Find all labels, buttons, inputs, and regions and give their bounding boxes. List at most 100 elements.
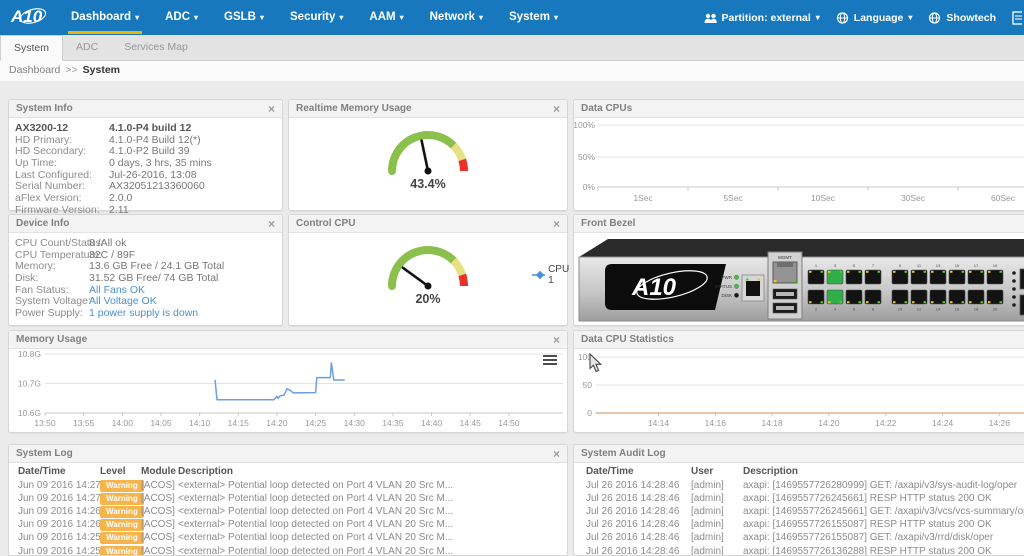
cpu1-legend[interactable]: CPU 1 [532, 264, 572, 286]
svg-text:19: 19 [993, 263, 998, 268]
svg-text:14:50: 14:50 [498, 418, 520, 428]
svg-text:14: 14 [936, 307, 941, 312]
warning-badge: Warning [100, 519, 144, 531]
close-icon[interactable]: × [553, 103, 560, 115]
log-row: Jul 26 2016 14:28:46[admin]axapi: [14695… [574, 493, 1024, 506]
svg-text:PWR: PWR [722, 275, 733, 280]
system-log-table: Date/TimeLevelModuleDescriptionJun 09 20… [9, 463, 567, 555]
nav-item-system[interactable]: System▾ [496, 0, 571, 35]
panel-title: System Log [16, 448, 73, 459]
close-icon[interactable]: × [553, 448, 560, 460]
status-link[interactable]: All Voltage OK [89, 295, 157, 307]
panel-title: System Audit Log [581, 448, 666, 459]
close-icon[interactable]: × [268, 103, 275, 115]
info-row: aFlex Version:2.0.0 [9, 192, 282, 204]
svg-text:50%: 50% [578, 152, 595, 162]
nav-partition[interactable]: Partition: external▾ [704, 12, 820, 24]
svg-text:14:00: 14:00 [112, 418, 134, 428]
log-row: Jun 09 2016 14:26:51Warning[ACOS]<extern… [9, 519, 567, 532]
panel-title: Front Bezel [581, 218, 635, 229]
tab-adc[interactable]: ADC [63, 35, 111, 60]
svg-text:16: 16 [955, 307, 960, 312]
chevron-down-icon: ▾ [816, 13, 820, 22]
nav-item-network[interactable]: Network▾ [417, 0, 496, 35]
svg-text:14:40: 14:40 [421, 418, 443, 428]
svg-text:A10: A10 [10, 7, 43, 26]
svg-text:0%: 0% [583, 182, 596, 192]
status-link[interactable]: 1 power supply is down [89, 307, 198, 319]
svg-text:10.7G: 10.7G [18, 379, 41, 389]
panel-device-info: Device Info × CPU Count/Status:8 /All ok… [8, 214, 283, 326]
nav-right: Partition: external▾ Language▾ Showtech [704, 10, 1024, 26]
breadcrumb: Dashboard>>System [0, 61, 1024, 81]
panel-title: Device Info [16, 218, 69, 229]
panel-title: Data CPUs [581, 103, 632, 114]
chevron-down-icon: ▾ [908, 13, 912, 22]
nav-item-gslb[interactable]: GSLB▾ [211, 0, 277, 35]
panel-control-cpu: Control CPU × 20% CPU 1 [288, 214, 568, 326]
panel-title: System Info [16, 103, 73, 114]
svg-text:5Sec: 5Sec [723, 193, 743, 203]
panel-system-audit-log: System Audit Log Date/TimeUserDescriptio… [573, 444, 1024, 556]
tab-system[interactable]: System [0, 35, 63, 61]
log-row: Jun 09 2016 14:26:51Warning[ACOS]<extern… [9, 506, 567, 519]
nav-item-aam[interactable]: AAM▾ [356, 0, 416, 35]
legend-marker-icon [532, 271, 545, 279]
svg-text:14:16: 14:16 [705, 418, 727, 428]
svg-text:A10: A10 [631, 274, 677, 301]
nav-language[interactable]: Language▾ [836, 12, 913, 24]
warning-badge: Warning [100, 480, 144, 492]
info-row: Memory:13.6 GB Free / 24.1 GB Total [9, 260, 282, 272]
table-header: Date/TimeUserDescription [574, 466, 1024, 479]
nav-item-security[interactable]: Security▾ [277, 0, 356, 35]
audit-log-table: Date/TimeUserDescriptionJul 26 2016 14:2… [574, 463, 1024, 555]
chart-menu-icon[interactable] [543, 353, 557, 364]
log-row: Jun 09 2016 14:25:51Warning[ACOS]<extern… [9, 532, 567, 545]
chevron-down-icon: ▾ [479, 13, 483, 22]
log-row: Jul 26 2016 14:28:46[admin]axapi: [14695… [574, 506, 1024, 519]
svg-text:20: 20 [993, 307, 998, 312]
nav-item-dashboard[interactable]: Dashboard▾ [58, 0, 152, 35]
panel-title: Realtime Memory Usage [296, 103, 412, 114]
nav-showtech[interactable]: Showtech [928, 12, 996, 24]
svg-text:18: 18 [974, 307, 979, 312]
log-row: Jul 26 2016 14:28:46[admin]axapi: [14695… [574, 480, 1024, 493]
panel-front-bezel: Front Bezel A10PWRSTATUSDISKMGMT12345678… [573, 214, 1024, 326]
info-row: HD Secondary:4.1.0-P2 Build 39 [9, 145, 282, 157]
nav-item-adc[interactable]: ADC▾ [152, 0, 211, 35]
log-row: Jul 26 2016 14:28:46[admin]axapi: [14695… [574, 519, 1024, 532]
svg-text:14:45: 14:45 [460, 418, 482, 428]
svg-text:14:14: 14:14 [648, 418, 670, 428]
breadcrumb-parent[interactable]: Dashboard [9, 64, 60, 76]
status-link[interactable]: All Fans OK [89, 284, 145, 296]
info-row: Last Configured:Jul-26-2016, 13:08 [9, 169, 282, 181]
close-icon[interactable]: × [553, 334, 560, 346]
info-row: AX3200-124.1.0-P4 build 12 [9, 122, 282, 134]
svg-text:14:20: 14:20 [818, 418, 840, 428]
svg-text:13:50: 13:50 [34, 418, 56, 428]
front-bezel-image: A10PWRSTATUSDISKMGMT12345678910111213141… [574, 233, 1024, 325]
svg-text:14:25: 14:25 [305, 418, 327, 428]
panel-title: Memory Usage [16, 334, 87, 345]
log-row: Jul 26 2016 14:28:46[admin]axapi: [14695… [574, 532, 1024, 545]
clipped-doc-icon[interactable] [1012, 10, 1022, 26]
svg-text:14:30: 14:30 [344, 418, 366, 428]
svg-text:14:20: 14:20 [266, 418, 288, 428]
svg-text:100%: 100% [574, 120, 595, 130]
breadcrumb-separator: >> [65, 64, 77, 76]
warning-badge: Warning [100, 493, 144, 505]
svg-text:50: 50 [583, 380, 593, 390]
svg-text:14:18: 14:18 [761, 418, 783, 428]
close-icon[interactable]: × [553, 218, 560, 230]
close-icon[interactable]: × [268, 218, 275, 230]
panel-system-info: System Info × AX3200-124.1.0-P4 build 12… [8, 99, 283, 211]
panel-title: Control CPU [296, 218, 355, 229]
panel-data-cpus: Data CPUs 100%50%0%1Sec5Sec10Sec30Sec60S… [573, 99, 1024, 211]
svg-text:STATUS: STATUS [715, 284, 732, 289]
svg-text:13:55: 13:55 [73, 418, 95, 428]
tab-bar: SystemADCServices Map [0, 35, 1024, 61]
log-row: Jun 09 2016 14:27:51Warning[ACOS]<extern… [9, 480, 567, 493]
data-cpu-statistics-chart: 10050014:1414:1614:1814:2014:2214:2414:2… [574, 349, 1024, 432]
tab-services-map[interactable]: Services Map [111, 35, 201, 60]
svg-text:10.8G: 10.8G [18, 349, 41, 359]
